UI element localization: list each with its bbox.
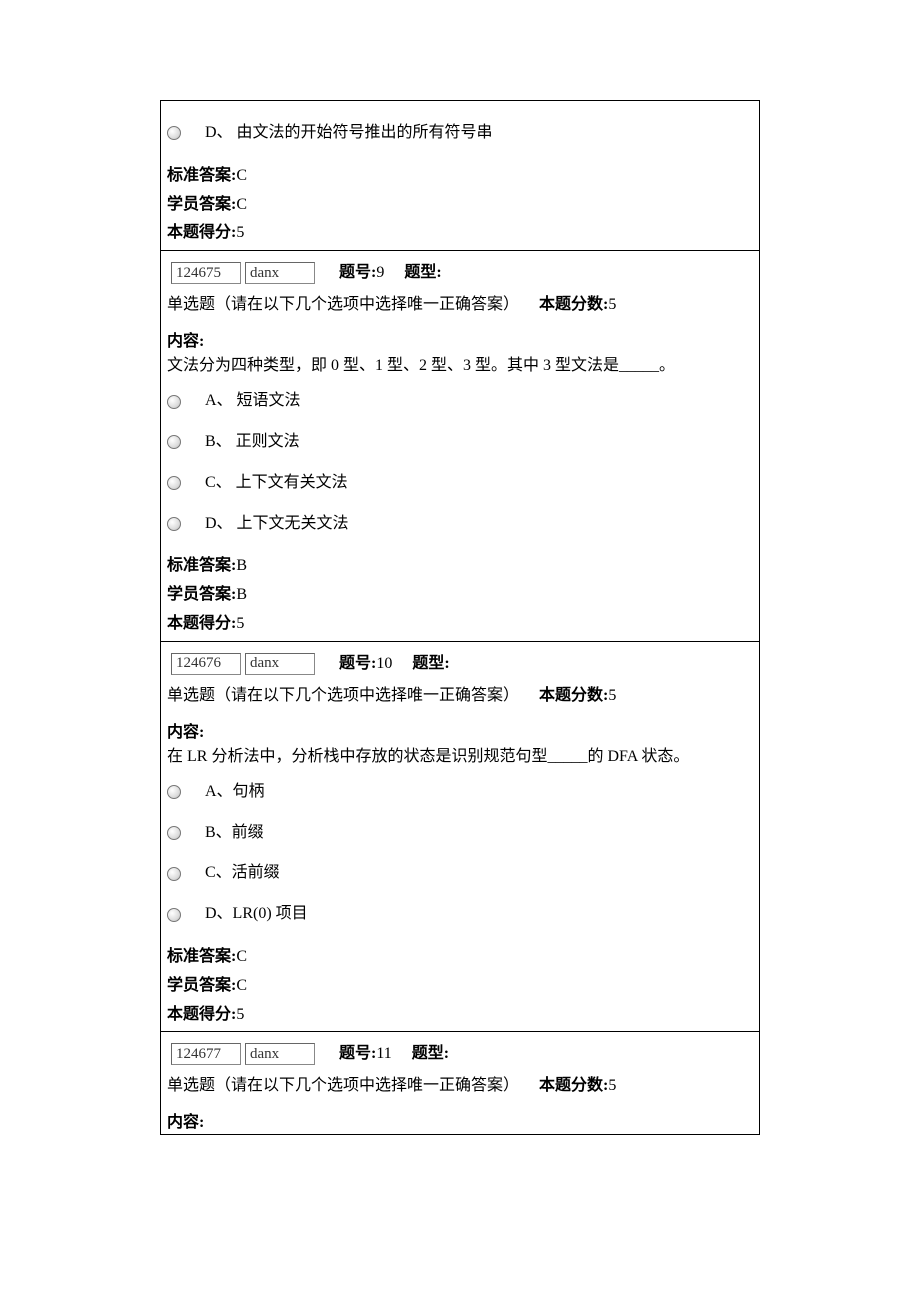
question-content: 文法分为四种类型，即 0 型、1 型、2 型、3 型。其中 3 型文法是____… bbox=[167, 351, 751, 375]
radio-icon[interactable] bbox=[167, 395, 181, 409]
got-score-label: 本题得分: bbox=[167, 615, 236, 632]
got-score-value: 5 bbox=[236, 615, 244, 632]
option-d-text: D、 上下文无关文法 bbox=[205, 510, 349, 539]
question-11: 题号:11 题型:单选题（请在以下几个选项中选择唯一正确答案） 本题分数:5 内… bbox=[161, 1032, 759, 1134]
answer-block: 标准答案:B 学员答案:B 本题得分:5 bbox=[167, 552, 751, 638]
std-answer-value: C bbox=[236, 167, 247, 184]
option-c-text: C、 上下文有关文法 bbox=[205, 469, 348, 498]
option-a-text: A、句柄 bbox=[205, 778, 265, 807]
score-value: 5 bbox=[608, 1070, 616, 1102]
question-no-label: 题号: bbox=[339, 648, 376, 680]
question-no-value: 11 bbox=[376, 1038, 391, 1070]
option-row: C、 上下文有关文法 bbox=[167, 469, 751, 498]
stu-answer-label: 学员答案: bbox=[167, 196, 236, 213]
answer-block: 标准答案:C 学员答案:C 本题得分:5 bbox=[167, 943, 751, 1029]
question-type-label: 题型: bbox=[412, 1038, 449, 1070]
question-type-label: 题型: bbox=[404, 257, 441, 289]
question-type-desc: 单选题（请在以下几个选项中选择唯一正确答案） bbox=[167, 680, 519, 712]
radio-icon[interactable] bbox=[167, 867, 181, 881]
question-no-label: 题号: bbox=[339, 1038, 376, 1070]
option-b-text: B、 正则文法 bbox=[205, 428, 300, 457]
question-no-label: 题号: bbox=[339, 257, 376, 289]
got-score-label: 本题得分: bbox=[167, 1006, 236, 1023]
question-meta-row: 题号:11 题型:单选题（请在以下几个选项中选择唯一正确答案） 本题分数:5 bbox=[167, 1038, 751, 1102]
score-label: 本题分数: bbox=[539, 1070, 608, 1102]
radio-icon[interactable] bbox=[167, 126, 181, 140]
question-type-input[interactable] bbox=[245, 1043, 315, 1065]
question-8-tail: D、 由文法的开始符号推出的所有符号串 标准答案:C 学员答案:C 本题得分:5 bbox=[161, 101, 759, 251]
option-d-text: D、 由文法的开始符号推出的所有符号串 bbox=[205, 119, 493, 148]
stu-answer-value: B bbox=[236, 586, 247, 603]
stu-answer-value: C bbox=[236, 196, 247, 213]
option-row: D、 上下文无关文法 bbox=[167, 510, 751, 539]
option-row: D、 由文法的开始符号推出的所有符号串 bbox=[167, 119, 751, 148]
question-no-value: 10 bbox=[376, 648, 392, 680]
option-row: A、 短语文法 bbox=[167, 387, 751, 416]
answer-block: 标准答案:C 学员答案:C 本题得分:5 bbox=[167, 162, 751, 248]
std-answer-value: B bbox=[236, 557, 247, 574]
option-row: C、活前缀 bbox=[167, 859, 751, 888]
question-10: 题号:10 题型:单选题（请在以下几个选项中选择唯一正确答案） 本题分数:5 内… bbox=[161, 642, 759, 1033]
question-type-desc: 单选题（请在以下几个选项中选择唯一正确答案） bbox=[167, 289, 519, 321]
question-id-input[interactable] bbox=[171, 653, 241, 675]
std-answer-label: 标准答案: bbox=[167, 167, 236, 184]
option-d-text: D、LR(0) 项目 bbox=[205, 900, 308, 929]
radio-icon[interactable] bbox=[167, 435, 181, 449]
option-row: B、 正则文法 bbox=[167, 428, 751, 457]
option-b-text: B、前缀 bbox=[205, 819, 264, 848]
radio-icon[interactable] bbox=[167, 785, 181, 799]
radio-icon[interactable] bbox=[167, 517, 181, 531]
std-answer-label: 标准答案: bbox=[167, 948, 236, 965]
score-value: 5 bbox=[608, 680, 616, 712]
question-id-input[interactable] bbox=[171, 262, 241, 284]
score-label: 本题分数: bbox=[539, 289, 608, 321]
question-type-desc: 单选题（请在以下几个选项中选择唯一正确答案） bbox=[167, 1070, 519, 1102]
question-content: 在 LR 分析法中，分析栈中存放的状态是识别规范句型_____的 DFA 状态。 bbox=[167, 742, 751, 766]
option-row: B、前缀 bbox=[167, 819, 751, 848]
got-score-value: 5 bbox=[236, 224, 244, 241]
question-type-input[interactable] bbox=[245, 653, 315, 675]
radio-icon[interactable] bbox=[167, 826, 181, 840]
radio-icon[interactable] bbox=[167, 908, 181, 922]
question-no-value: 9 bbox=[376, 257, 384, 289]
std-answer-label: 标准答案: bbox=[167, 557, 236, 574]
question-id-input[interactable] bbox=[171, 1043, 241, 1065]
content-label: 内容: bbox=[167, 718, 751, 742]
got-score-value: 5 bbox=[236, 1006, 244, 1023]
option-a-text: A、 短语文法 bbox=[205, 387, 301, 416]
option-row: D、LR(0) 项目 bbox=[167, 900, 751, 929]
got-score-label: 本题得分: bbox=[167, 224, 236, 241]
stu-answer-label: 学员答案: bbox=[167, 977, 236, 994]
std-answer-value: C bbox=[236, 948, 247, 965]
score-label: 本题分数: bbox=[539, 680, 608, 712]
question-type-label: 题型: bbox=[412, 648, 449, 680]
content-label: 内容: bbox=[167, 1108, 751, 1132]
content-label: 内容: bbox=[167, 327, 751, 351]
stu-answer-value: C bbox=[236, 977, 247, 994]
question-meta-row: 题号:10 题型:单选题（请在以下几个选项中选择唯一正确答案） 本题分数:5 bbox=[167, 648, 751, 712]
radio-icon[interactable] bbox=[167, 476, 181, 490]
question-9: 题号:9 题型:单选题（请在以下几个选项中选择唯一正确答案） 本题分数:5 内容… bbox=[161, 251, 759, 642]
option-c-text: C、活前缀 bbox=[205, 859, 280, 888]
stu-answer-label: 学员答案: bbox=[167, 586, 236, 603]
option-row: A、句柄 bbox=[167, 778, 751, 807]
question-meta-row: 题号:9 题型:单选题（请在以下几个选项中选择唯一正确答案） 本题分数:5 bbox=[167, 257, 751, 321]
score-value: 5 bbox=[608, 289, 616, 321]
question-type-input[interactable] bbox=[245, 262, 315, 284]
